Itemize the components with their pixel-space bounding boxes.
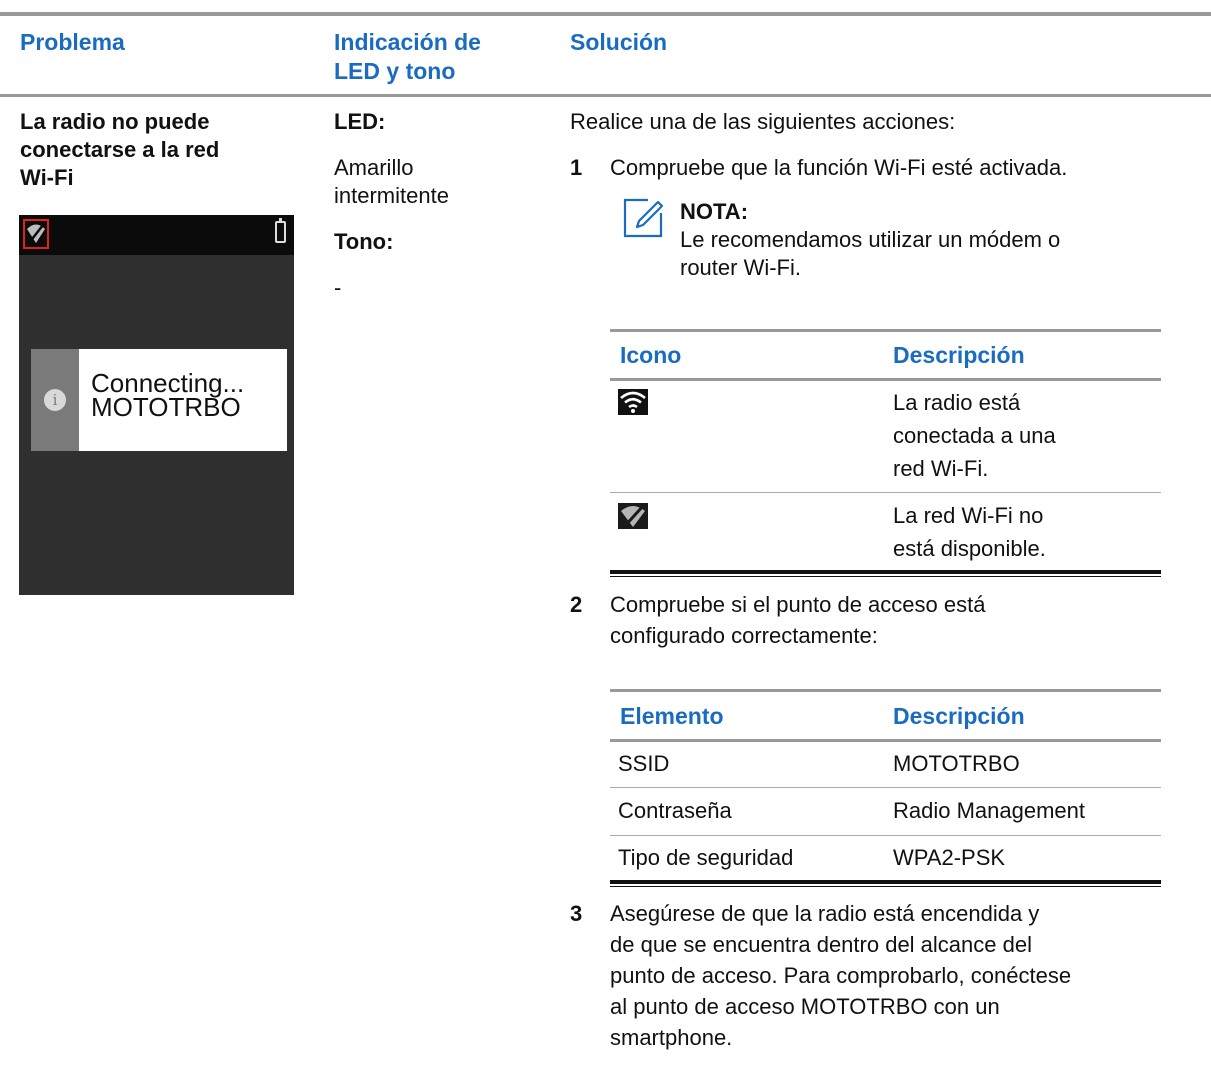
- step-number-1: 1: [570, 155, 583, 180]
- icon-row-1-line-1: La radio está: [893, 390, 1021, 415]
- table-top-rule: [0, 12, 1211, 16]
- header-problem: Problema: [20, 29, 125, 55]
- step-2-line-2: configurado correctamente:: [610, 623, 878, 648]
- radio-screen-image: i Connecting... MOTOTRBO: [19, 215, 294, 595]
- ap-table-header-rule: [610, 739, 1161, 742]
- header-indication-line1: Indicación de: [334, 29, 481, 55]
- header-bottom-rule: [0, 94, 1211, 97]
- led-label: LED:: [334, 109, 386, 134]
- problem-line-3: Wi-Fi: [20, 165, 74, 190]
- solution-intro: Realice una de las siguientes acciones:: [570, 109, 956, 134]
- battery-icon: [275, 218, 286, 243]
- step-number-2: 2: [570, 592, 583, 617]
- connecting-message-box: i Connecting... MOTOTRBO: [31, 349, 287, 451]
- problem-line-1: La radio no puede: [20, 109, 210, 134]
- step-3-line-4: al punto de acceso MOTOTRBO con un: [610, 994, 1000, 1019]
- ap-table-header-element: Elemento: [620, 703, 724, 729]
- note-title: NOTA:: [680, 199, 749, 224]
- step-1-text: Compruebe que la función Wi-Fi esté acti…: [610, 155, 1068, 180]
- step-3-line-1: Asegúrese de que la radio está encendida…: [610, 901, 1040, 926]
- icon-table-header-description: Descripción: [893, 342, 1025, 368]
- step-3-line-5: smartphone.: [610, 1025, 733, 1050]
- header-solution: Solución: [570, 29, 668, 55]
- toast-icon-panel: i: [31, 349, 79, 451]
- ap-row-3-element: Tipo de seguridad: [618, 845, 794, 870]
- step-3-line-2: de que se encuentra dentro del alcance d…: [610, 932, 1032, 957]
- wifi-unavailable-icon: [23, 219, 49, 249]
- icon-table-header-icon: Icono: [620, 342, 682, 368]
- ap-row-1-element: SSID: [618, 751, 670, 776]
- icon-table-row-separator: [610, 492, 1161, 493]
- wifi-connected-icon: [618, 389, 648, 420]
- icon-table-top-rule: [610, 329, 1161, 332]
- led-value-line-1: Amarillo: [334, 155, 414, 180]
- ap-table-bottom-rule-thin: [610, 886, 1161, 887]
- ap-table-row-separator-2: [610, 835, 1161, 836]
- problem-line-2: conectarse a la red: [20, 137, 220, 162]
- ap-row-2-element: Contraseña: [618, 798, 732, 823]
- led-value-line-2: intermitente: [334, 183, 449, 208]
- step-3-line-3: punto de acceso. Para comprobarlo, conéc…: [610, 963, 1072, 988]
- ap-row-1-description: MOTOTRBO: [893, 751, 1020, 776]
- icon-row-2-line-2: está disponible.: [893, 536, 1046, 561]
- tone-label: Tono:: [334, 229, 394, 254]
- radio-status-bar: [19, 215, 294, 255]
- icon-table-header-rule: [610, 378, 1161, 381]
- icon-table-bottom-rule-thin: [610, 576, 1161, 577]
- icon-row-1-line-2: conectada a una: [893, 423, 1056, 448]
- wifi-unavailable-icon: [618, 503, 648, 534]
- step-number-3: 3: [570, 901, 583, 926]
- note-line-2: router Wi-Fi.: [680, 255, 801, 280]
- info-icon: i: [44, 389, 66, 411]
- note-line-1: Le recomendamos utilizar un módem o: [680, 227, 1061, 252]
- tone-value: -: [334, 275, 342, 300]
- ap-table-header-description: Descripción: [893, 703, 1025, 729]
- icon-table-bottom-rule: [610, 570, 1161, 574]
- message-line-2: MOTOTRBO: [91, 392, 241, 422]
- ap-row-2-description: Radio Management: [893, 798, 1086, 823]
- connecting-message: Connecting... MOTOTRBO: [91, 370, 244, 422]
- ap-table-bottom-rule: [610, 880, 1161, 884]
- icon-row-2-line-1: La red Wi-Fi no: [893, 503, 1044, 528]
- icon-row-1-line-3: red Wi-Fi.: [893, 456, 989, 481]
- ap-table-top-rule: [610, 689, 1161, 692]
- note-pencil-icon: [621, 196, 665, 245]
- header-indication-line2: LED y tono: [334, 58, 456, 84]
- ap-table-row-separator-1: [610, 787, 1161, 788]
- ap-row-3-description: WPA2-PSK: [893, 845, 1006, 870]
- step-2-line-1: Compruebe si el punto de acceso está: [610, 592, 986, 617]
